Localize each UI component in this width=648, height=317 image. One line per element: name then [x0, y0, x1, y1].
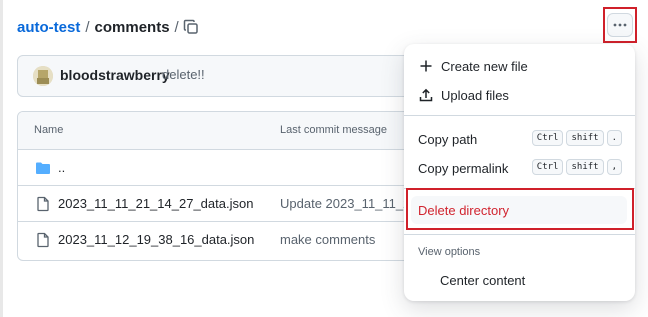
- upload-icon: [418, 87, 434, 103]
- breadcrumb-repo-link[interactable]: auto-test: [17, 19, 80, 36]
- avatar-icon: [33, 66, 53, 86]
- file-icon: [37, 232, 49, 248]
- file-name[interactable]: 2023_11_11_21_14_27_data.json: [58, 196, 253, 211]
- file-last-commit[interactable]: make comments: [280, 232, 375, 247]
- avatar[interactable]: [33, 66, 53, 86]
- menu-item-copy-path[interactable]: Copy path Ctrl shift .: [404, 125, 635, 153]
- file-icon: [37, 196, 49, 212]
- breadcrumb-separator: /: [85, 18, 90, 36]
- menu-item-label: Center content: [440, 272, 526, 288]
- key-shift: shift: [566, 130, 604, 146]
- menu-divider: [404, 115, 635, 116]
- delete-directory-highlight: [406, 188, 634, 230]
- more-options-menu: Create new file Upload files Copy path C…: [404, 44, 635, 301]
- menu-item-label: Copy path: [418, 131, 478, 147]
- folder-icon: [36, 162, 50, 174]
- menu-group-label: View options: [418, 246, 481, 258]
- menu-item-upload-files[interactable]: Upload files: [404, 81, 635, 109]
- menu-item-center-content[interactable]: Center content: [404, 266, 635, 294]
- copy-path-button[interactable]: [180, 16, 202, 38]
- keyboard-shortcut: Ctrl shift .: [531, 130, 622, 146]
- menu-item-label: Copy permalink: [418, 160, 509, 176]
- commit-author[interactable]: bloodstrawberry: [60, 67, 170, 83]
- commit-message[interactable]: delete!!: [162, 67, 205, 82]
- copy-icon: [183, 19, 198, 34]
- keyboard-shortcut: Ctrl shift ,: [531, 159, 622, 175]
- file-last-commit[interactable]: Update 2023_11_11_21: [280, 196, 418, 211]
- breadcrumb-separator: /: [174, 18, 179, 36]
- menu-item-copy-permalink[interactable]: Copy permalink Ctrl shift ,: [404, 154, 635, 182]
- breadcrumb: auto-test / comments /: [17, 17, 184, 37]
- more-options-highlight: [603, 7, 637, 43]
- key-comma: ,: [606, 159, 622, 175]
- column-header-name: Name: [34, 124, 64, 136]
- plus-icon: [418, 58, 434, 74]
- file-name[interactable]: ..: [58, 160, 65, 175]
- window-edge: [0, 0, 3, 317]
- key-period: .: [606, 130, 622, 146]
- key-ctrl: Ctrl: [531, 130, 564, 146]
- key-ctrl: Ctrl: [531, 159, 564, 175]
- menu-item-create-new-file[interactable]: Create new file: [404, 52, 635, 80]
- menu-item-label: Upload files: [441, 87, 509, 103]
- column-header-last-commit: Last commit message: [280, 124, 387, 136]
- menu-item-label: Create new file: [441, 58, 528, 74]
- breadcrumb-current-folder: comments: [94, 18, 170, 36]
- key-shift: shift: [566, 159, 604, 175]
- file-name[interactable]: 2023_11_12_19_38_16_data.json: [58, 232, 254, 247]
- menu-divider: [404, 234, 635, 235]
